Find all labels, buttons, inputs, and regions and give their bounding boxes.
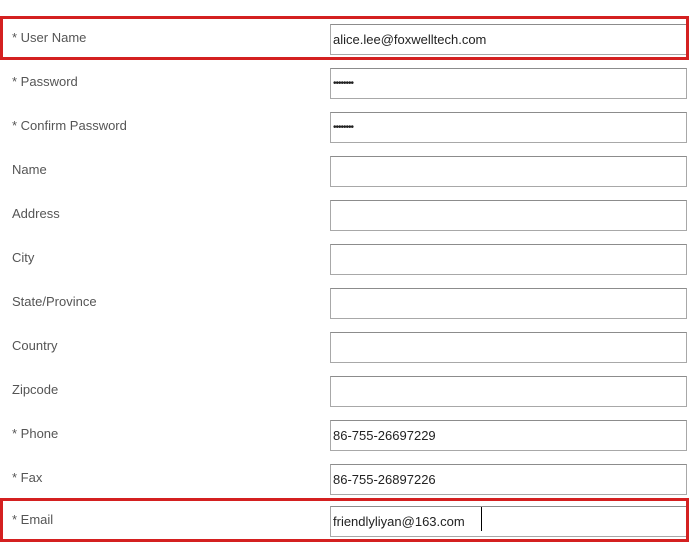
zipcode-input[interactable] xyxy=(330,376,687,407)
address-row: Address xyxy=(0,192,691,236)
state-province-row: State/Province xyxy=(0,280,691,324)
name-input[interactable] xyxy=(330,156,687,187)
text-caret xyxy=(481,507,482,531)
fax-label: * Fax xyxy=(12,470,43,485)
confirm-password-label: * Confirm Password xyxy=(12,118,127,133)
confirm-password-row: * Confirm Password xyxy=(0,104,691,148)
confirm-password-input[interactable] xyxy=(330,112,687,143)
user-name-row: * User Name xyxy=(0,16,691,60)
zipcode-label: Zipcode xyxy=(12,382,59,397)
name-label: Name xyxy=(12,162,47,177)
password-row: * Password xyxy=(0,60,691,104)
city-input[interactable] xyxy=(330,244,687,275)
country-label: Country xyxy=(12,338,58,353)
phone-label: * Phone xyxy=(12,426,59,441)
address-input[interactable] xyxy=(330,200,687,231)
country-row: Country xyxy=(0,324,691,368)
city-row: City xyxy=(0,236,691,280)
fax-input[interactable] xyxy=(330,464,687,495)
address-label: Address xyxy=(12,206,60,221)
phone-row: * Phone xyxy=(0,412,691,456)
email-input[interactable] xyxy=(330,506,687,537)
fax-row: * Fax xyxy=(0,456,691,500)
password-input[interactable] xyxy=(330,68,687,99)
name-row: Name xyxy=(0,148,691,192)
city-label: City xyxy=(12,250,35,265)
user-name-label: * User Name xyxy=(12,30,87,45)
user-name-input[interactable] xyxy=(330,24,687,55)
email-label: * Email xyxy=(12,512,54,527)
state-province-input[interactable] xyxy=(330,288,687,319)
password-label: * Password xyxy=(12,74,78,89)
email-row: * Email xyxy=(0,498,691,542)
registration-form: * User Name * Password * Confirm Passwor… xyxy=(0,0,691,542)
state-province-label: State/Province xyxy=(12,294,97,309)
phone-input[interactable] xyxy=(330,420,687,451)
country-input[interactable] xyxy=(330,332,687,363)
zipcode-row: Zipcode xyxy=(0,368,691,412)
